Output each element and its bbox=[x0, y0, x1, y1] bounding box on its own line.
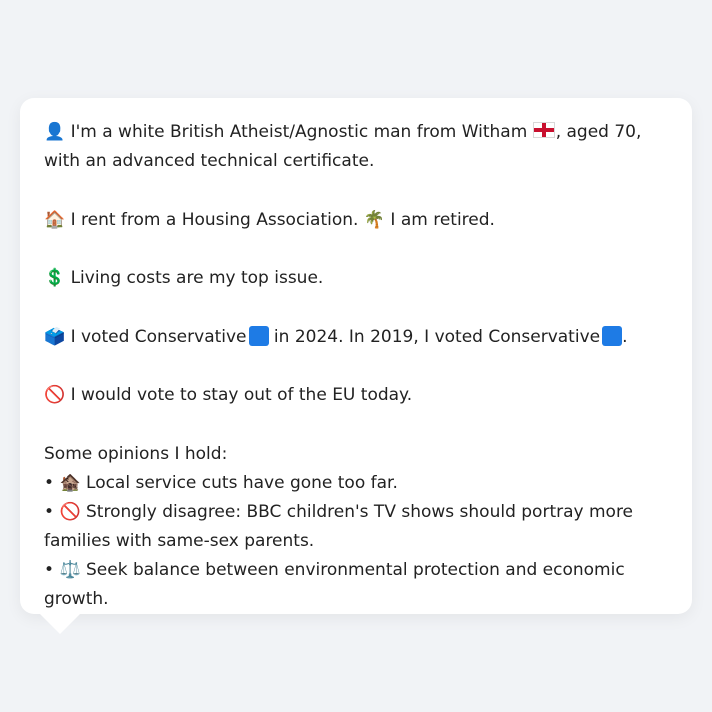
intro-text: I'm a white British Atheist/Agnostic man… bbox=[70, 122, 528, 142]
house-icon: 🏠 bbox=[44, 209, 66, 230]
housing-text: I rent from a Housing Association. bbox=[70, 209, 359, 230]
opinion-text: Strongly disagree: BBC children's TV sho… bbox=[44, 501, 634, 551]
conservative-square-icon bbox=[248, 325, 269, 346]
eu-paragraph: 🚫 I would vote to stay out of the EU tod… bbox=[44, 381, 668, 410]
prohibited-icon: 🚫 bbox=[59, 501, 81, 522]
issue-paragraph: 💲 Living costs are my top issue. bbox=[44, 264, 668, 293]
balance-scale-icon: ⚖️ bbox=[59, 559, 81, 580]
bullet: • bbox=[44, 501, 55, 522]
conservative-square-icon-2 bbox=[602, 325, 623, 346]
derelict-house-icon: 🏚️ bbox=[59, 472, 81, 493]
housing-paragraph: 🏠 I rent from a Housing Association. 🌴 I… bbox=[44, 206, 668, 235]
palm-tree-icon: 🌴 bbox=[363, 209, 385, 230]
vote-text-end: . bbox=[622, 326, 628, 347]
opinion-text: Local service cuts have gone too far. bbox=[86, 472, 398, 493]
person-icon: 👤 bbox=[44, 122, 66, 142]
prohibited-icon: 🚫 bbox=[44, 385, 66, 405]
vote-text-2019: in 2024. In 2019, I voted Conservative bbox=[273, 326, 601, 347]
speech-bubble-tail bbox=[38, 612, 82, 634]
opinion-text: Seek balance between environmental prote… bbox=[44, 559, 625, 609]
bullet: • bbox=[44, 472, 55, 493]
vote-paragraph: 🗳️ I voted Conservative in 2024. In 2019… bbox=[44, 323, 668, 352]
intro-paragraph: 👤 I'm a white British Atheist/Agnostic m… bbox=[44, 118, 668, 176]
england-flag-icon bbox=[532, 122, 555, 138]
dollar-icon: 💲 bbox=[44, 268, 66, 288]
opinion-item: • 🚫 Strongly disagree: BBC children's TV… bbox=[44, 498, 668, 556]
opinion-item: • ⚖️ Seek balance between environmental … bbox=[44, 556, 668, 614]
persona-card: 👤 I'm a white British Atheist/Agnostic m… bbox=[20, 98, 692, 614]
vote-text-2024: I voted Conservative bbox=[70, 326, 247, 347]
eu-text: I would vote to stay out of the EU today… bbox=[70, 385, 413, 405]
opinions-heading: Some opinions I hold: bbox=[44, 443, 228, 464]
bullet: • bbox=[44, 559, 55, 580]
opinion-item: • 🏚️ Local service cuts have gone too fa… bbox=[44, 469, 668, 498]
issue-text: Living costs are my top issue. bbox=[70, 268, 324, 288]
retired-text: I am retired. bbox=[390, 209, 495, 230]
ballot-box-icon: 🗳️ bbox=[44, 326, 66, 347]
